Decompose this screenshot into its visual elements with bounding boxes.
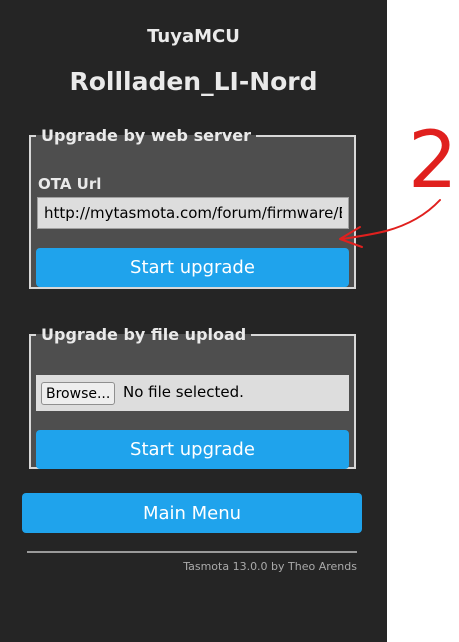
upgrade-file-fieldset: Upgrade by file upload Browse... No file… — [29, 325, 356, 469]
handwritten-annotation: 2 — [339, 116, 458, 248]
browse-button[interactable]: Browse... — [41, 382, 116, 405]
file-input[interactable]: Browse... No file selected. — [36, 375, 349, 411]
footer-divider — [27, 551, 357, 553]
start-upgrade-file-button[interactable]: Start upgrade — [36, 430, 349, 469]
upgrade-web-legend: Upgrade by web server — [41, 126, 252, 145]
device-name: Rollladen_LI-Nord — [69, 67, 318, 96]
tasmota-page: TuyaMCU Rollladen_LI-Nord Upgrade by web… — [0, 0, 387, 642]
ota-url-input[interactable] — [37, 197, 349, 229]
file-status-text: No file selected. — [123, 383, 244, 401]
upgrade-file-legend: Upgrade by file upload — [41, 325, 247, 344]
module-name: TuyaMCU — [147, 26, 240, 47]
annotation-number: 2 — [408, 116, 458, 206]
start-upgrade-web-button[interactable]: Start upgrade — [36, 248, 349, 287]
ota-url-label: OTA Url — [38, 175, 102, 193]
footer-text: Tasmota 13.0.0 by Theo Arends — [183, 560, 357, 573]
upgrade-web-fieldset: Upgrade by web server OTA Url Start upgr… — [29, 126, 356, 289]
main-menu-button[interactable]: Main Menu — [22, 493, 362, 533]
